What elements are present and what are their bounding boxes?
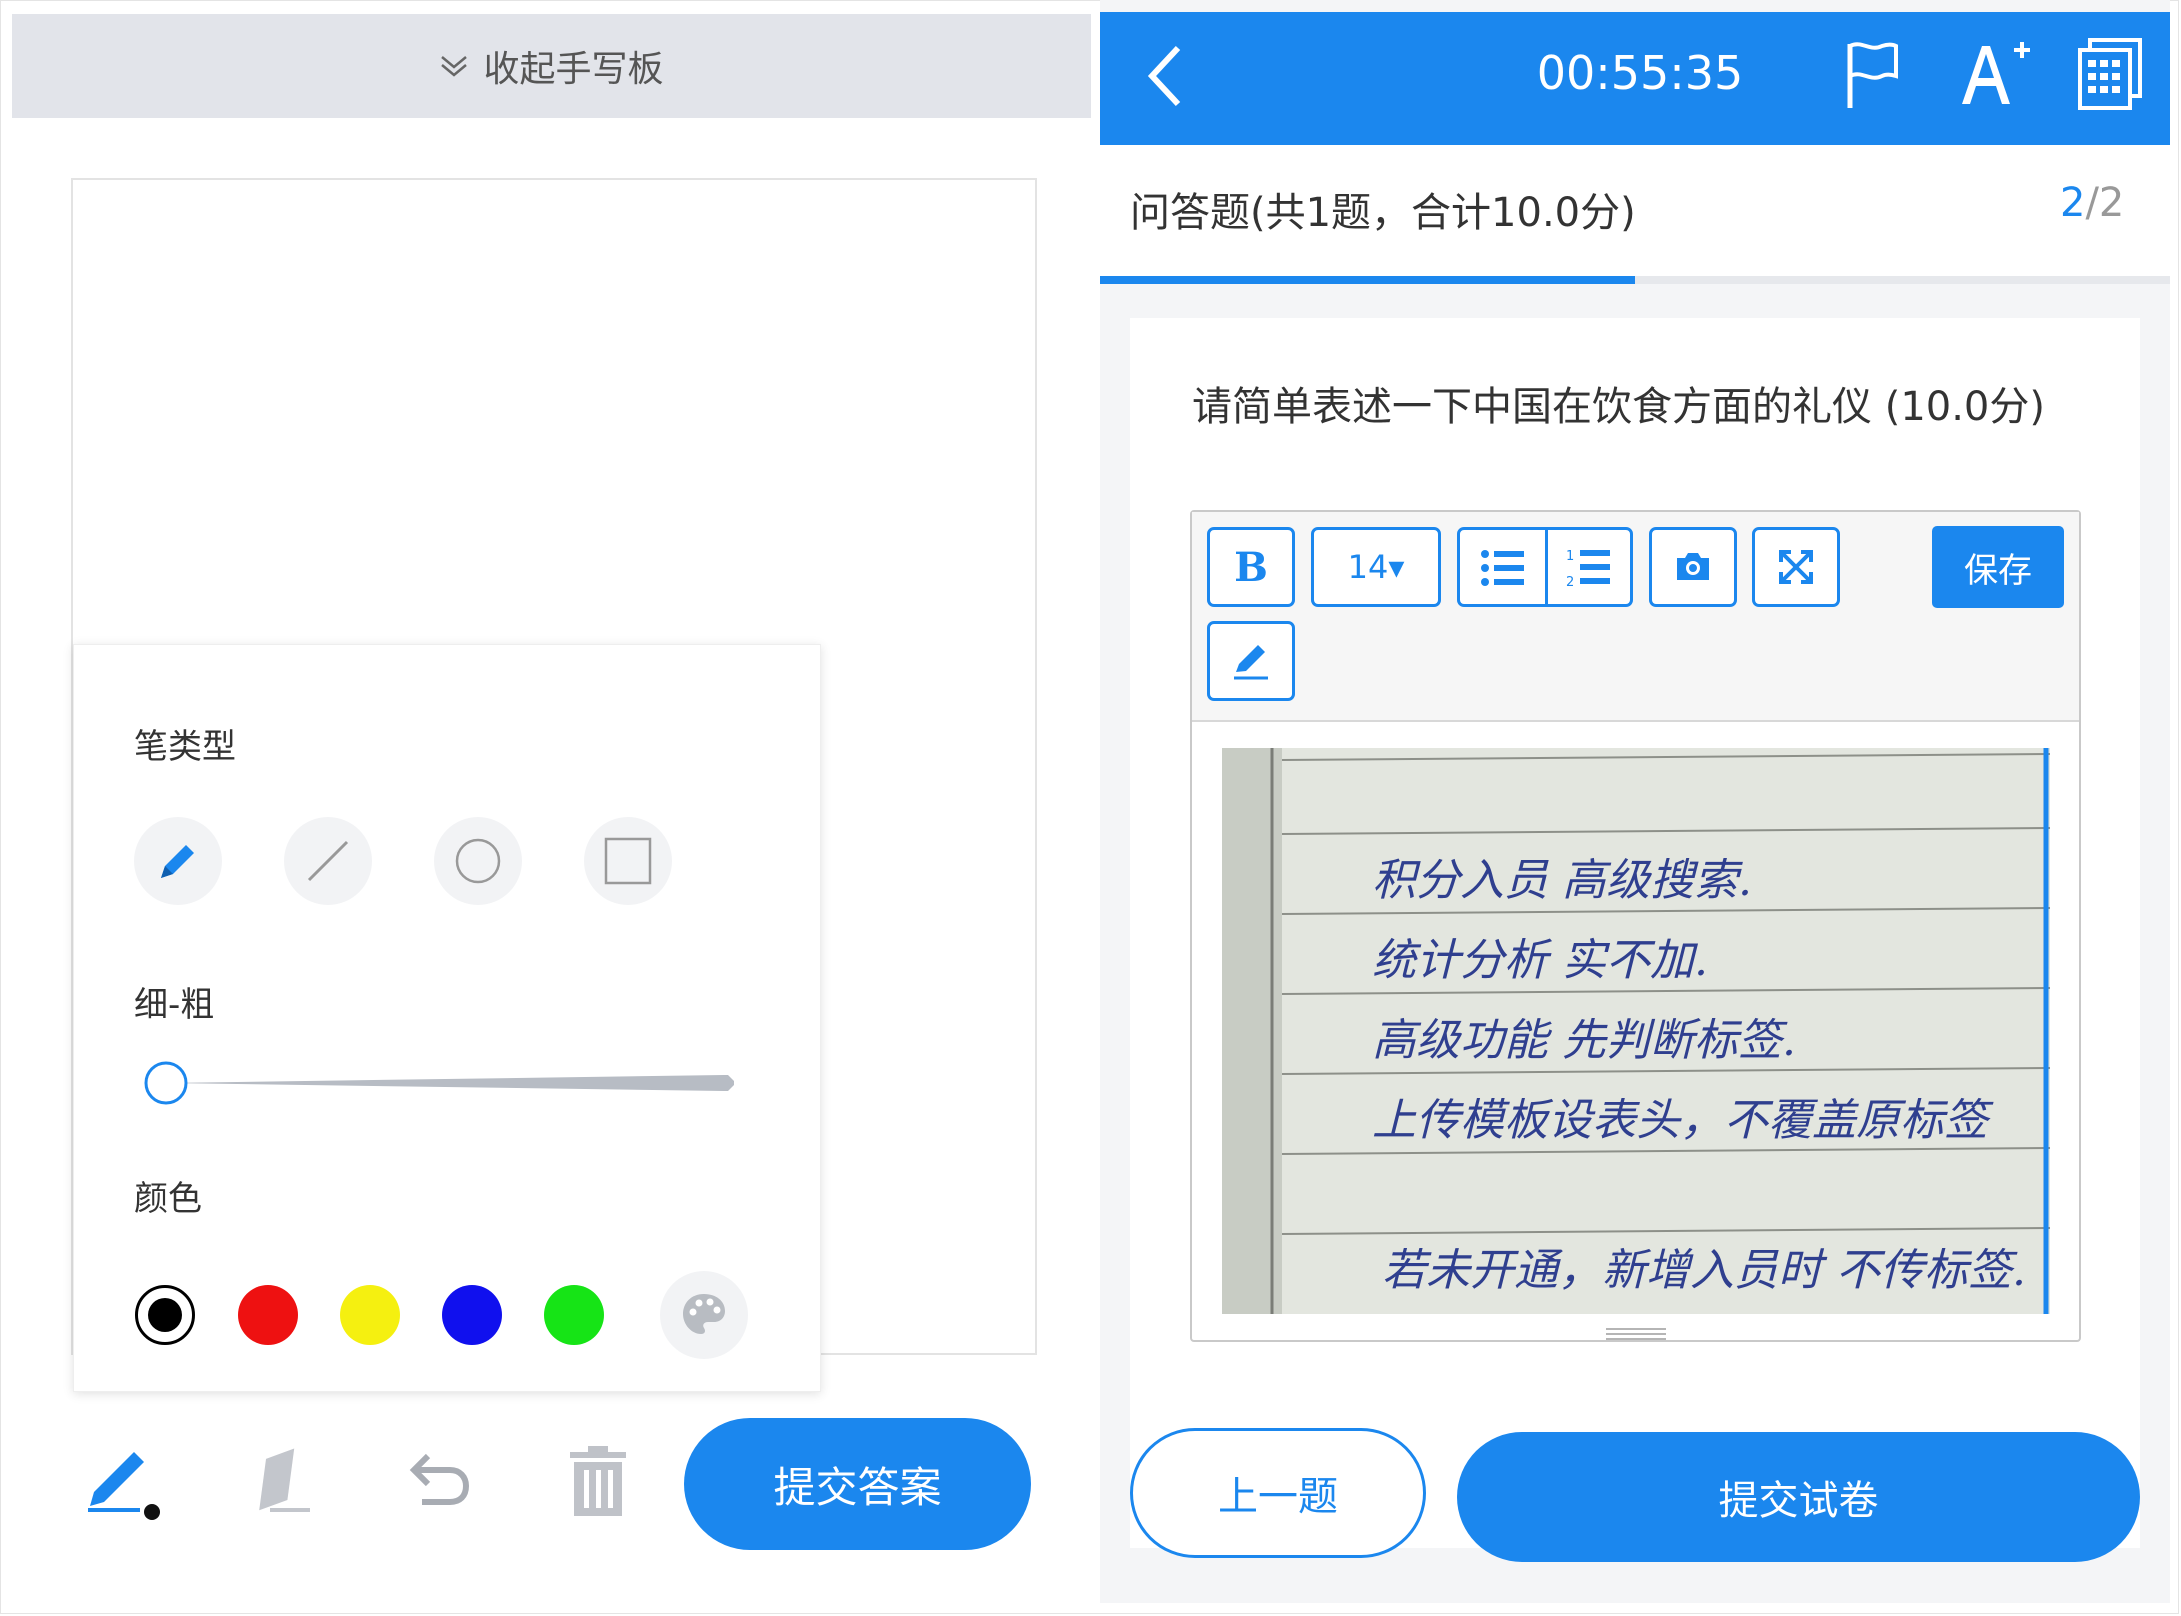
flag-icon [1847, 42, 1898, 108]
trash-icon [570, 1446, 626, 1516]
bulleted-list-icon[interactable] [1480, 548, 1526, 588]
progress-fill [1100, 276, 1635, 284]
chevron-down-icon [441, 56, 468, 77]
font-size-icon [1962, 42, 2030, 104]
pen-type-pencil[interactable] [134, 817, 222, 905]
bold-button[interactable]: B [1207, 527, 1295, 607]
undo-icon [409, 1453, 470, 1505]
back-button[interactable] [1138, 36, 1194, 116]
handwriting-line: 高级功能 先判断标签. [1372, 1015, 1796, 1066]
fullscreen-button[interactable] [1752, 527, 1840, 607]
font-size-value: 14▾ [1347, 548, 1405, 586]
font-size-button[interactable] [1956, 32, 2032, 116]
color-swatch-green[interactable] [544, 1285, 604, 1345]
pen-type-line[interactable] [284, 817, 372, 905]
handwritten-answer-photo: 积分入员 高级搜索. 统计分析 实不加. 高级功能 先判断标签. 上传模板设表头… [1222, 748, 2050, 1314]
palette-icon [683, 1294, 725, 1334]
bold-label: B [1234, 543, 1268, 591]
collapse-label: 收起手写板 [483, 49, 664, 90]
custom-color-button[interactable] [660, 1271, 748, 1359]
pencil-icon [1234, 645, 1268, 680]
thickness-slider[interactable] [124, 1053, 764, 1113]
section-title: 问答题(共1题，合计10.0分) [1130, 190, 1636, 236]
answer-sheet-button[interactable] [2076, 36, 2144, 112]
total-questions: /2 [2085, 180, 2125, 226]
color-swatch-red[interactable] [238, 1285, 298, 1345]
current-question-number: 2 [2060, 180, 2086, 226]
countdown-timer: 00:55:35 [1536, 46, 1744, 100]
line-icon [307, 840, 349, 882]
circle-icon [455, 838, 501, 884]
color-swatch-blue[interactable] [442, 1285, 502, 1345]
insert-photo-button[interactable] [1649, 527, 1737, 607]
svg-text:2: 2 [1566, 575, 1574, 588]
submit-answer-button[interactable]: 提交答案 [684, 1418, 1031, 1550]
clear-canvas-button[interactable] [556, 1440, 640, 1524]
answer-sheet-icon [2078, 38, 2142, 110]
mark-question-button[interactable] [1840, 36, 1904, 116]
handwriting-line: 上传模板设表头，不覆盖原标签 [1372, 1095, 1988, 1146]
font-size-select[interactable]: 14▾ [1311, 527, 1441, 607]
submit-exam-button[interactable]: 提交试卷 [1457, 1432, 2140, 1562]
color-swatch-black[interactable] [135, 1285, 195, 1345]
pen-type-rectangle[interactable] [584, 817, 672, 905]
pen-type-label: 笔类型 [134, 727, 236, 767]
save-button[interactable]: 保存 [1932, 526, 2064, 608]
pencil-icon [161, 845, 194, 878]
handwriting-line: 统计分析 实不加. [1372, 935, 1708, 986]
pen-icon [88, 1452, 160, 1520]
collapse-handwriting-board-button[interactable]: 收起手写板 [12, 14, 1091, 118]
svg-text:1: 1 [1566, 549, 1574, 564]
question-text: 请简单表述一下中国在饮食方面的礼仪 (10.0分) [1192, 384, 2045, 430]
list-button-group: 12 [1457, 527, 1633, 607]
numbered-list-icon[interactable]: 12 [1566, 546, 1612, 588]
thickness-label: 细-粗 [134, 985, 215, 1025]
handwriting-line: 积分入员 高级搜索. [1372, 855, 1752, 906]
editor-resize-grip[interactable] [1606, 1326, 1666, 1340]
pen-settings-popup: 笔类型 细-粗 颜色 [73, 644, 821, 1392]
eraser-icon [259, 1448, 310, 1512]
color-swatch-yellow[interactable] [340, 1285, 400, 1345]
pen-type-circle[interactable] [434, 817, 522, 905]
rectangle-icon [604, 837, 652, 885]
back-icon [1147, 45, 1181, 107]
pen-tool-button[interactable] [82, 1440, 166, 1524]
undo-button[interactable] [394, 1440, 478, 1524]
handwriting-line: 若未开通，新增入员时 不传标签. [1382, 1245, 2026, 1296]
handwriting-button[interactable] [1207, 621, 1295, 701]
previous-question-button[interactable]: 上一题 [1130, 1428, 1426, 1558]
fullscreen-icon [1779, 550, 1813, 584]
camera-icon [1677, 553, 1709, 580]
eraser-tool-button[interactable] [240, 1440, 324, 1524]
question-progress: 2/2 [2060, 180, 2124, 226]
color-label: 颜色 [134, 1179, 202, 1219]
